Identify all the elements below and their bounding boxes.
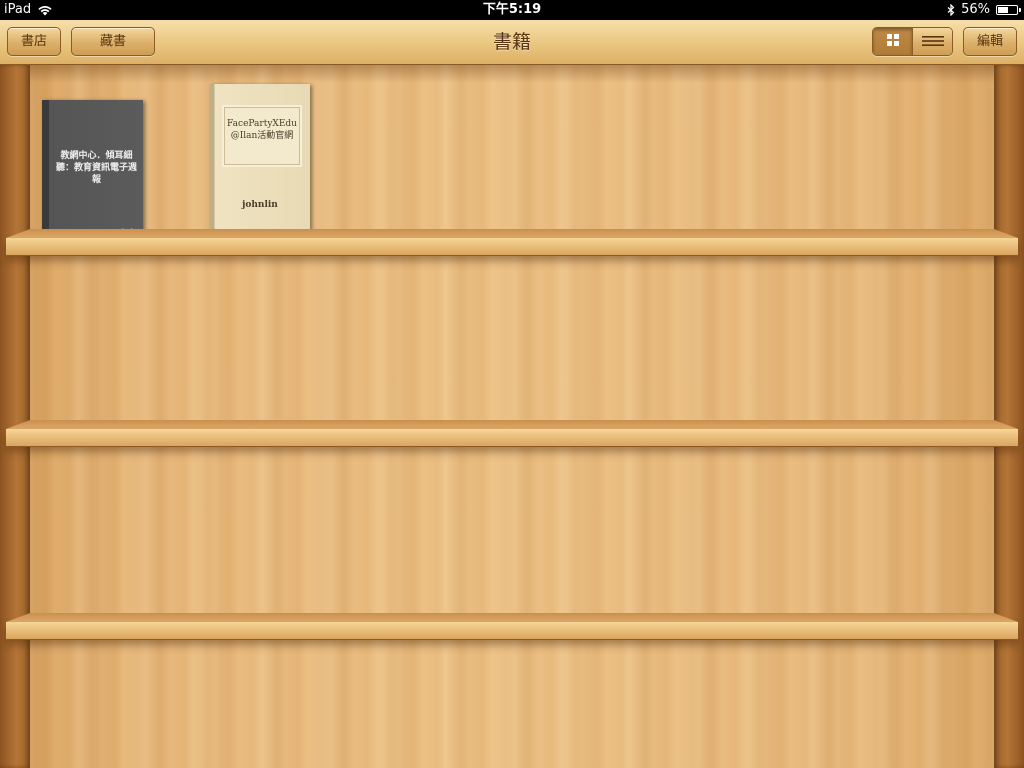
list-icon (921, 32, 944, 51)
book-cover[interactable]: 教網中心．傾耳細聽：教育資訊電子週報 CamScan (42, 100, 143, 235)
book-title: FacePartyXEdu@Ilan活動官網 (222, 105, 302, 167)
shelf-board (6, 613, 1018, 640)
store-button[interactable]: 書店 (7, 27, 61, 56)
grid-view-button[interactable] (873, 28, 912, 55)
battery-icon (996, 5, 1021, 15)
shelf-top-shadow (30, 65, 994, 83)
shelf-board (6, 229, 1018, 256)
shelf-board (6, 420, 1018, 447)
battery-level (998, 7, 1009, 13)
nav-bar: 書籍 書店 藏書 編輯 (0, 20, 1024, 65)
shelf-left-side (0, 65, 30, 768)
bookshelf: 教網中心．傾耳細聽：教育資訊電子週報 CamScan FacePartyXEdu… (0, 65, 1024, 768)
battery-percent: 56% (961, 2, 990, 17)
ibooks-screen: iPad 下午5:19 56% 書籍 書店 藏書 編輯 教網中心．傾耳細聽：教育… (0, 0, 1024, 768)
shelf-right-side (994, 65, 1024, 768)
status-right: 56% (947, 0, 1021, 20)
status-time: 下午5:19 (482, 2, 542, 17)
bluetooth-icon (947, 4, 955, 16)
list-view-button[interactable] (912, 28, 952, 55)
status-bar: iPad 下午5:19 56% (0, 0, 1024, 20)
book-title: 教網中心．傾耳細聽：教育資訊電子週報 (55, 151, 137, 185)
edit-button[interactable]: 編輯 (963, 27, 1017, 56)
book-author: johnlin (242, 200, 278, 210)
grid-icon (886, 32, 900, 51)
collections-button[interactable]: 藏書 (71, 27, 155, 56)
book-cover[interactable]: FacePartyXEdu@Ilan活動官網 johnlin (210, 84, 310, 235)
view-mode-segmented-control (872, 27, 953, 56)
